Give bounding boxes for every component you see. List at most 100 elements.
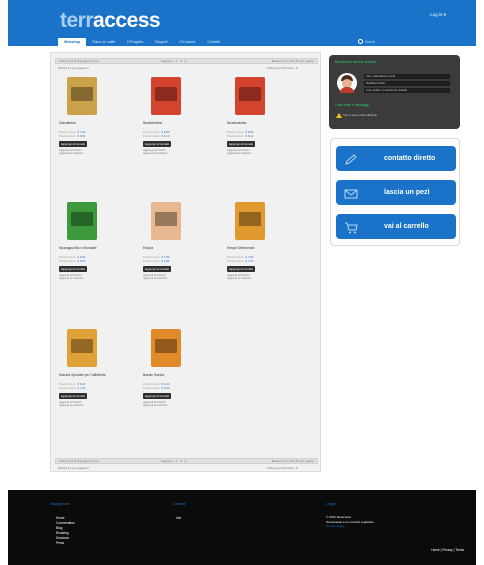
limit-select[interactable]: Mostra 12 per pagina ▾ <box>58 466 89 470</box>
add-to-compare-link[interactable]: Aggiungi al confronto <box>143 277 167 280</box>
product-image[interactable] <box>151 202 181 240</box>
per-page-select[interactable]: Mostra 12 ▾ | 24 | 48 per pagina <box>272 59 314 64</box>
main-nav: Webshop Piano un caffè Il Progetto Blogr… <box>58 38 226 46</box>
add-to-cart-button[interactable]: Aggiungi al Carrello <box>143 141 171 147</box>
add-to-cart-button[interactable]: Aggiungi al Carrello <box>59 393 87 399</box>
envelope-icon <box>344 186 358 199</box>
cart-icon <box>344 220 358 234</box>
add-to-cart-button[interactable]: Aggiungi al Carrello <box>227 266 255 272</box>
product-image[interactable] <box>151 329 181 367</box>
item-count: Articoli 1-8 di 8 (pagina 1 di 1) <box>59 459 99 463</box>
account-panel: Benvenuto nel tuo account Ciao, Gianalbe… <box>329 55 460 129</box>
product-image[interactable] <box>67 202 97 240</box>
product-image[interactable] <box>67 77 97 115</box>
tab-progetto[interactable]: Il Progetto <box>121 38 149 46</box>
search-box[interactable]: Search ... <box>358 38 404 45</box>
warning-icon <box>336 113 342 118</box>
contact-button[interactable]: contatto diretto <box>336 146 456 171</box>
footer-contacts-list: Info <box>176 516 181 521</box>
tab-piano-caffe[interactable]: Piano un caffè <box>86 38 121 46</box>
product-links: Aggiungi ai Preferiti Aggiungi al confron… <box>143 149 167 156</box>
add-to-compare-link[interactable]: Aggiungi al confronto <box>143 152 167 155</box>
limit-select[interactable]: Mostra 12 per pagina ▾ <box>58 66 89 70</box>
product-price-special: Prezzo intero € 6,10 <box>227 134 254 138</box>
product-price-special: Prezzo intero € 6,50 <box>59 134 86 138</box>
add-to-cart-button[interactable]: Aggiungi al Carrello <box>227 141 255 147</box>
product-links: Aggiungi ai Preferiti Aggiungi al confron… <box>59 401 83 408</box>
add-to-compare-link[interactable]: Aggiungi al confronto <box>143 404 167 407</box>
pencil-icon <box>344 152 358 165</box>
product-image[interactable] <box>151 77 181 115</box>
sort-bar-top: Mostra 12 per pagina ▾ Ordina per Posizi… <box>55 66 318 71</box>
pagination[interactable]: Pagina 1 · 2 · 3 · 4 <box>161 459 186 464</box>
avatar <box>337 73 357 93</box>
pagination[interactable]: Pagina 1 · 2 · 3 · 4 <box>161 59 186 64</box>
footer-nav-list: Home Conversation Blog Roasting Sessions… <box>56 516 75 546</box>
product-name[interactable]: Kenya Selezionato <box>227 246 287 250</box>
product-image[interactable] <box>67 329 97 367</box>
search-icon <box>358 39 363 44</box>
sort-bar-bottom: Mostra 12 per pagina ▾ Ordina per Posizi… <box>55 466 318 471</box>
add-to-compare-link[interactable]: Aggiungi al confronto <box>59 152 83 155</box>
add-to-cart-button[interactable]: Aggiungi al Carrello <box>59 266 87 272</box>
product-name[interactable]: Nicaforbalino <box>143 121 203 125</box>
product-image[interactable] <box>235 202 265 240</box>
add-to-compare-link[interactable]: Aggiungi al confronto <box>227 152 251 155</box>
product-name[interactable]: Gianalbertó <box>59 121 119 125</box>
tab-contatti[interactable]: Contatti <box>201 38 225 46</box>
site-footer: Navigazione Home Conversation Blog Roast… <box>8 490 476 565</box>
edit-profile-link[interactable]: Modifica Profilo <box>364 81 450 86</box>
product-links: Aggiungi ai Preferiti Aggiungi al confron… <box>143 274 167 281</box>
cart-status[interactable]: Il tuo ordine: 0 articoli nel carrello <box>364 88 450 93</box>
product-name[interactable]: Brasile Santos <box>143 373 203 377</box>
product-links: Aggiungi ai Preferiti Aggiungi al confron… <box>227 149 251 156</box>
product-name[interactable]: Nicaragua Bio e Mondiale <box>59 246 119 250</box>
product-listing: Articoli 1-8 di 8 (pagina 1 di 1) Pagina… <box>50 52 321 472</box>
product-name[interactable]: Nicaforabista <box>227 121 287 125</box>
product-price-special: Prezzo intero € 5,90 <box>143 386 170 390</box>
product-price-special: Prezzo intero € 7,40 <box>59 386 86 390</box>
warning-text: Non ci sono ordini effettuati <box>343 113 377 117</box>
leave-message-button[interactable]: lascia un pezì <box>336 180 456 205</box>
product-price-special: Prezzo intero € 6,20 <box>59 259 86 263</box>
site-logo[interactable]: terraccess <box>60 9 161 33</box>
tab-blogroll[interactable]: Blogroll <box>149 38 173 46</box>
orders-subtitle: I tuoi ordini e messaggi <box>335 103 369 107</box>
sort-select[interactable]: Ordina per Posizione ⇅ <box>267 466 298 471</box>
footer-legal-title: Legali <box>326 502 336 506</box>
footer-link-press[interactable]: Press <box>56 541 75 546</box>
add-to-cart-button[interactable]: Aggiungi al Carrello <box>59 141 87 147</box>
account-greeting: Ciao, Gianalberto Verdi <box>364 74 450 79</box>
add-to-compare-link[interactable]: Aggiungi al confronto <box>59 404 83 407</box>
footer-legal-links[interactable]: Home | Privacy | Terms <box>431 548 464 552</box>
per-page-select[interactable]: Mostra 12 ▾ | 24 | 48 per pagina <box>272 459 314 464</box>
search-input[interactable]: Search ... <box>365 40 379 44</box>
product-image[interactable] <box>235 77 265 115</box>
account-title: Benvenuto nel tuo account <box>335 60 377 64</box>
add-to-compare-link[interactable]: Aggiungi al confronto <box>59 277 83 280</box>
item-count: Articoli 1-8 di 8 (pagina 1 di 1) <box>59 59 99 63</box>
tab-chi-siamo[interactable]: Chi siamo <box>173 38 201 46</box>
login-link[interactable]: Log in ▾ <box>430 12 446 18</box>
sort-select[interactable]: Ordina per Posizione ⇅ <box>267 66 298 71</box>
pager-bar-bottom: Articoli 1-8 di 8 (pagina 1 di 1) Pagina… <box>55 458 318 464</box>
add-to-cart-button[interactable]: Aggiungi al Carrello <box>143 393 171 399</box>
footer-contacts-title: Contatti <box>173 502 186 506</box>
cart-button[interactable]: vai al carrello <box>336 214 456 239</box>
add-to-cart-button[interactable]: Aggiungi al Carrello <box>143 266 171 272</box>
pager-bar-top: Articoli 1-8 di 8 (pagina 1 di 1) Pagina… <box>55 58 318 64</box>
footer-nav-title: Navigazione <box>50 502 70 506</box>
tab-webshop[interactable]: Webshop <box>58 38 87 46</box>
product-links: Aggiungi ai Preferiti Aggiungi al confron… <box>59 274 83 281</box>
add-to-compare-link[interactable]: Aggiungi al confronto <box>227 277 251 280</box>
site-header: terraccess Log in ▾ Webshop Piano un caf… <box>8 0 476 46</box>
action-panel: contatto diretto lascia un pezì vai al c… <box>330 138 460 246</box>
product-name[interactable]: Miscela Speciale per Caffetteria <box>59 373 119 377</box>
privacy-link[interactable]: Privacy policy <box>326 524 374 529</box>
product-price-special: Prezzo intero € 7,10 <box>227 259 254 263</box>
product-name[interactable]: Etiopia <box>143 246 203 250</box>
footer-copyright: © 2013 Terraccess Terraccesso è un march… <box>326 515 374 529</box>
product-links: Aggiungi ai Preferiti Aggiungi al confron… <box>143 401 167 408</box>
product-price-special: Prezzo intero € 6,10 <box>143 134 170 138</box>
footer-link-info[interactable]: Info <box>176 516 181 521</box>
